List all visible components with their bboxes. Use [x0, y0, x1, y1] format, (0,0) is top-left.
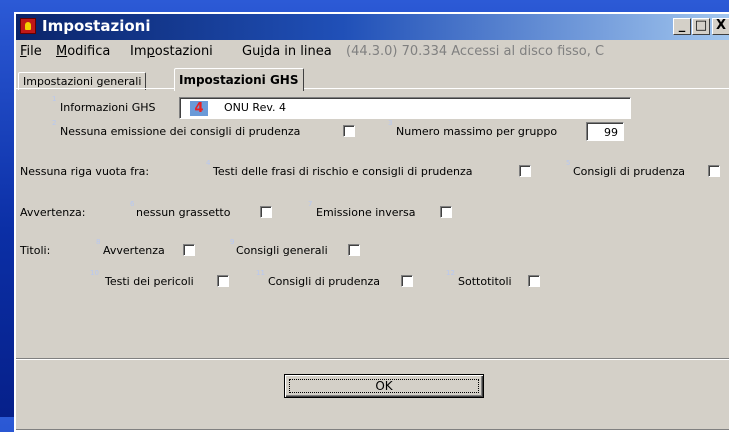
field-number-5: 5	[566, 159, 571, 167]
field-number-10: 10	[90, 269, 99, 277]
title-bar[interactable]: Impostazioni _ □ X	[16, 14, 729, 40]
title-precautionary-checkbox[interactable]	[401, 275, 413, 287]
warning-label: Avvertenza:	[20, 206, 86, 219]
field-number-4: 4	[206, 159, 211, 167]
window-title: Impostazioni	[42, 17, 151, 35]
menu-impostazioni-accel: p	[146, 44, 155, 59]
menu-file-label: ile	[26, 44, 42, 59]
settings-window: Impostazioni _ □ X File Modifica Imposta…	[14, 12, 729, 432]
menu-modifica[interactable]: Modifica	[56, 44, 110, 59]
tab-impostazioni-ghs[interactable]: Impostazioni GHS	[174, 68, 304, 91]
max-per-group-value: 99	[604, 126, 618, 139]
general-advice-label: Consigli generali	[236, 244, 328, 257]
precautionary-statements-label: Consigli di prudenza	[573, 165, 686, 178]
no-bold-checkbox[interactable]	[260, 206, 272, 218]
menu-file[interactable]: File	[20, 44, 42, 59]
field-number-8: 8	[96, 238, 101, 246]
menu-guida[interactable]: Guida in linea	[242, 44, 332, 59]
ghs-info-label: Informazioni GHS	[60, 101, 156, 114]
menu-impostazioni[interactable]: Impostazioni	[130, 44, 213, 59]
precautionary-statements-checkbox[interactable]	[708, 165, 720, 177]
app-icon	[20, 18, 36, 34]
no-emission-checkbox[interactable]	[343, 125, 355, 137]
ghs-info-field[interactable]: 4 ONU Rev. 4	[179, 97, 631, 119]
ghs-settings-panel: 1 Informazioni GHS 4 ONU Rev. 4 2 Nessun…	[16, 88, 729, 359]
menu-status-text: (44.3.0) 70.334 Accessi al disco fisso, …	[346, 44, 605, 59]
no-blank-line-label: Nessuna riga vuota fra:	[20, 165, 150, 178]
field-number-3: 3	[388, 119, 393, 127]
title-warning-checkbox[interactable]	[183, 244, 195, 256]
menu-modifica-label: odifica	[67, 44, 111, 59]
max-per-group-input[interactable]: 99	[586, 122, 624, 141]
no-bold-label: nessun grassetto	[136, 206, 231, 219]
tab-strip: Impostazioni generali Impostazioni GHS	[16, 66, 729, 91]
field-number-7: 7	[308, 200, 313, 208]
inverse-output-checkbox[interactable]	[440, 206, 452, 218]
subtitles-label: Sottotitoli	[458, 275, 512, 288]
menu-guida-post: da in linea	[263, 44, 332, 59]
ghs-revision-badge: 4	[190, 101, 208, 116]
button-separator	[16, 358, 729, 360]
field-number-12: 12	[446, 269, 455, 277]
field-number-2: 2	[52, 119, 57, 127]
field-number-9: 9	[230, 238, 235, 246]
menu-impostazioni-post: ostazioni	[154, 44, 213, 59]
close-button[interactable]: X	[712, 18, 729, 35]
field-number-1: 1	[52, 95, 57, 103]
menu-impostazioni-pre: Im	[130, 44, 147, 59]
field-number-11: 11	[256, 269, 265, 277]
risk-phrase-texts-checkbox[interactable]	[519, 165, 531, 177]
inverse-output-label: Emissione inversa	[316, 206, 416, 219]
max-per-group-label: Numero massimo per gruppo	[396, 125, 558, 138]
hazard-texts-label: Testi dei pericoli	[105, 275, 194, 288]
no-emission-label: Nessuna emissione dei consigli di pruden…	[60, 125, 301, 138]
title-warning-label: Avvertenza	[103, 244, 165, 257]
menu-modifica-accel: M	[56, 44, 68, 59]
hazard-texts-checkbox[interactable]	[217, 275, 229, 287]
ghs-info-value: ONU Rev. 4	[224, 101, 286, 114]
maximize-button[interactable]: □	[692, 18, 710, 35]
ok-button-label: OK	[375, 379, 393, 393]
general-advice-checkbox[interactable]	[348, 244, 360, 256]
ok-button[interactable]: OK	[284, 374, 484, 398]
field-number-6: 6	[130, 200, 135, 208]
subtitles-checkbox[interactable]	[528, 275, 540, 287]
minimize-button[interactable]: _	[673, 18, 691, 35]
menu-bar: File Modifica Impostazioni Guida in line…	[16, 41, 729, 63]
titles-label: Titoli:	[20, 244, 51, 257]
risk-phrase-texts-label: Testi delle frasi di rischio e consigli …	[213, 165, 473, 178]
title-precautionary-label: Consigli di prudenza	[268, 275, 381, 288]
menu-guida-pre: Gu	[242, 44, 261, 59]
